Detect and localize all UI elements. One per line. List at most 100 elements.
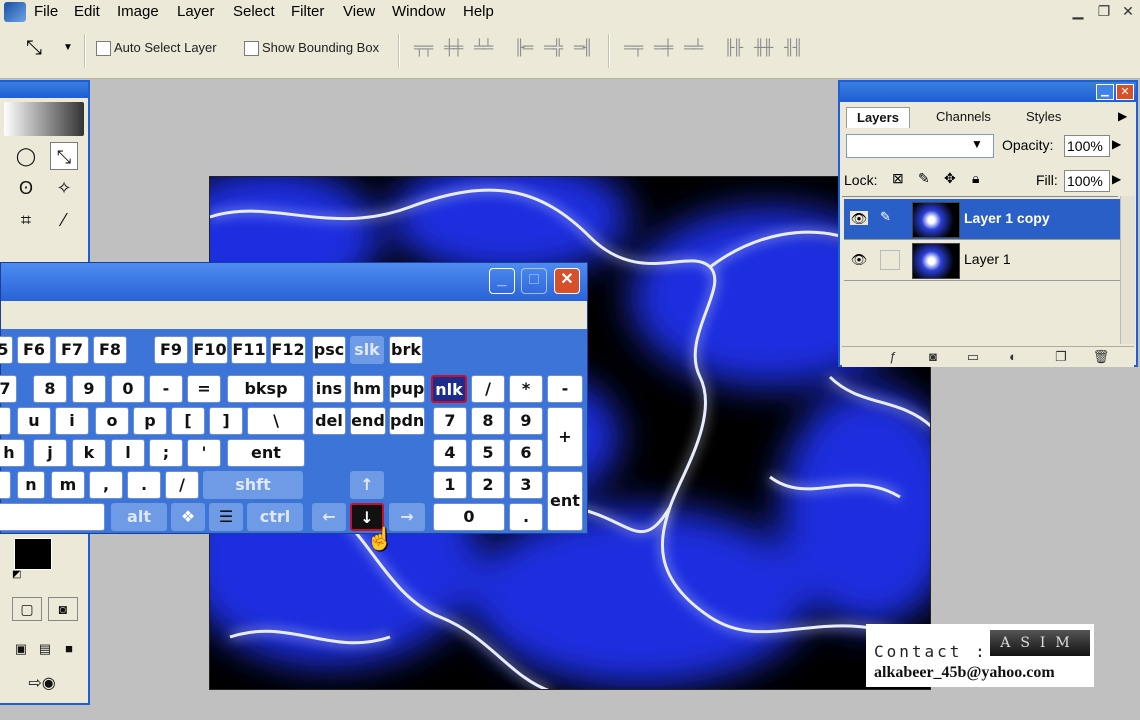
adjustment-layer-icon[interactable]: ◐ <box>1004 349 1022 365</box>
key-arrow-right[interactable]: → <box>389 503 425 531</box>
key-j[interactable]: j <box>33 439 67 467</box>
key-num-9[interactable]: 9 <box>509 407 543 435</box>
visibility-eye-icon[interactable]: 👁︎ <box>850 211 868 226</box>
menu-select[interactable]: Select <box>233 3 275 20</box>
marquee-tool-icon[interactable]: ◯ <box>12 142 40 170</box>
key-f5[interactable]: 5 <box>0 336 13 364</box>
new-group-folder-icon[interactable]: ▭ <box>964 349 982 365</box>
menu-file[interactable]: File <box>34 3 58 20</box>
foreground-color-swatch[interactable] <box>14 538 52 570</box>
windows-key-icon[interactable]: ❖ <box>171 503 205 531</box>
key-right-shift[interactable]: shft <box>203 471 303 499</box>
key-h[interactable]: h <box>0 439 25 467</box>
key-del[interactable]: del <box>312 407 346 435</box>
restore-icon[interactable]: ❐ <box>1094 2 1114 20</box>
palette-header[interactable] <box>840 82 1136 102</box>
key-o[interactable]: o <box>95 407 129 435</box>
fill-slider-arrow-icon[interactable]: ▶ <box>1112 172 1121 186</box>
slice-tool-icon[interactable]: ⁄ <box>50 206 78 234</box>
quick-mask-icon[interactable]: ◙ <box>48 597 78 621</box>
key-i[interactable]: i <box>55 407 89 435</box>
key-f12[interactable]: F12 <box>270 336 306 364</box>
move-tool-icon[interactable]: ⤡ <box>50 142 78 170</box>
palette-menu-arrow-icon[interactable]: ▶ <box>1118 109 1127 123</box>
fill-input[interactable]: 100% <box>1064 170 1110 192</box>
align-bottom-icon[interactable]: ╧╧ <box>474 39 500 57</box>
key-brk[interactable]: brk <box>389 336 423 364</box>
key-y[interactable] <box>0 407 11 435</box>
screen-mode-full-menu-icon[interactable]: ▤ <box>34 638 56 660</box>
key-num-divide[interactable]: / <box>471 375 505 403</box>
screen-mode-full-icon[interactable]: ■ <box>58 638 80 660</box>
key-num-3[interactable]: 3 <box>509 471 543 499</box>
menu-help[interactable]: Help <box>463 3 494 20</box>
key-u[interactable]: u <box>17 407 51 435</box>
key-f9[interactable]: F9 <box>154 336 188 364</box>
key-num-minus[interactable]: - <box>547 375 583 403</box>
opacity-slider-arrow-icon[interactable]: ▶ <box>1112 137 1121 151</box>
key-num-enter[interactable]: ent <box>547 471 583 531</box>
key-f10[interactable]: F10 <box>192 336 228 364</box>
key-num-7[interactable]: 7 <box>433 407 467 435</box>
key-8[interactable]: 8 <box>33 375 67 403</box>
lasso-tool-icon[interactable]: ʘ <box>12 174 40 202</box>
key-minus[interactable]: - <box>149 375 183 403</box>
photoshop-app-icon[interactable] <box>4 2 26 22</box>
link-box[interactable] <box>880 250 900 270</box>
key-semicolon[interactable]: ; <box>149 439 183 467</box>
magic-wand-icon[interactable]: ✧ <box>50 174 78 202</box>
osk-minimize-icon[interactable]: _ <box>489 268 515 294</box>
key-num-multiply[interactable]: * <box>509 375 543 403</box>
key-f6[interactable]: F6 <box>17 336 51 364</box>
key-k[interactable]: k <box>72 439 106 467</box>
opacity-input[interactable]: 100% <box>1064 135 1110 157</box>
key-f11[interactable]: F11 <box>231 336 267 364</box>
key-right-alt[interactable]: alt <box>111 503 167 531</box>
key-comma[interactable]: , <box>89 471 123 499</box>
screen-mode-standard-icon[interactable]: ▣ <box>10 638 32 660</box>
crop-tool-icon[interactable]: ⌗ <box>12 206 40 234</box>
key-right-ctrl[interactable]: ctrl <box>247 503 303 531</box>
new-layer-icon[interactable]: ❐ <box>1052 349 1070 365</box>
palette-minimize-icon[interactable]: ▁ <box>1096 84 1114 100</box>
key-num-4[interactable]: 4 <box>433 439 467 467</box>
distribute-vcenter-icon[interactable]: ═╪ <box>654 39 680 57</box>
chevron-down-icon[interactable]: ▼ <box>63 42 73 53</box>
key-home[interactable]: hm <box>350 375 384 403</box>
key-9[interactable]: 9 <box>72 375 106 403</box>
photoshop-eye-logo[interactable] <box>4 102 84 136</box>
key-f7[interactable]: F7 <box>55 336 89 364</box>
key-m[interactable]: m <box>51 471 85 499</box>
key-backspace[interactable]: bksp <box>227 375 305 403</box>
menu-view[interactable]: View <box>343 3 375 20</box>
toolbox-header[interactable] <box>0 82 88 98</box>
layer-row-layer-1[interactable]: 👁︎ Layer 1 <box>844 240 1120 281</box>
menu-window[interactable]: Window <box>392 3 445 20</box>
move-tool-icon[interactable]: ⤡ <box>26 37 42 60</box>
distribute-bottom-icon[interactable]: ═╧ <box>684 39 710 57</box>
osk-close-icon[interactable]: ✕ <box>554 268 580 294</box>
lock-all-icon[interactable]: 🔒︎ <box>972 170 979 187</box>
menu-key-icon[interactable]: ☰ <box>209 503 243 531</box>
key-p[interactable]: p <box>133 407 167 435</box>
key-num-8[interactable]: 8 <box>471 407 505 435</box>
tab-styles[interactable]: Styles <box>1016 107 1071 127</box>
palette-close-icon[interactable]: ✕ <box>1116 84 1134 100</box>
key-quote[interactable]: ' <box>187 439 221 467</box>
lock-position-icon[interactable]: ✥ <box>944 170 956 187</box>
key-0[interactable]: 0 <box>111 375 145 403</box>
key-enter[interactable]: ent <box>227 439 305 467</box>
key-arrow-up[interactable]: ↑ <box>350 471 384 499</box>
align-left-icon[interactable]: ╟═ <box>514 39 540 57</box>
auto-select-checkbox[interactable] <box>96 41 111 56</box>
key-equals[interactable]: = <box>187 375 221 403</box>
default-colors-icon[interactable]: ◩ <box>12 569 22 580</box>
osk-maximize-icon[interactable]: □ <box>521 268 547 294</box>
key-pgdn[interactable]: pdn <box>389 407 425 435</box>
key-num-2[interactable]: 2 <box>471 471 505 499</box>
key-slash[interactable]: / <box>165 471 199 499</box>
key-rbracket[interactable]: ] <box>209 407 243 435</box>
align-hcenter-icon[interactable]: ═╬ <box>544 39 570 57</box>
close-icon[interactable]: ✕ <box>1118 2 1138 20</box>
minimize-icon[interactable]: ▁ <box>1068 2 1088 20</box>
